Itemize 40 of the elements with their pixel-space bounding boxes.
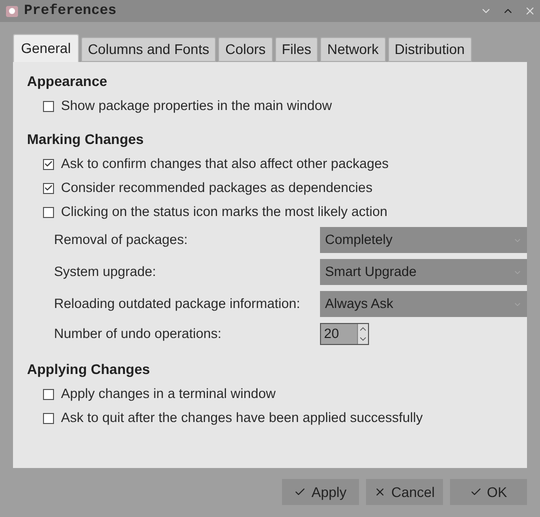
checkbox-label: Clicking on the status icon marks the most likely action [61, 202, 388, 221]
check-icon [470, 486, 482, 498]
check-icon [44, 183, 53, 193]
checkbox[interactable] [43, 206, 54, 218]
cancel-icon [374, 486, 386, 498]
dialog-button[interactable]: Apply [282, 479, 359, 505]
checkbox[interactable] [43, 388, 54, 400]
field-label: Number of undo operations: [54, 324, 222, 343]
window-title: Preferences [24, 2, 116, 20]
field-label: Reloading outdated package information: [54, 294, 302, 313]
app-icon [4, 3, 20, 19]
dropdown[interactable]: Smart Upgrade [320, 259, 527, 285]
tab[interactable]: General [13, 34, 79, 62]
tab[interactable]: Distribution [388, 37, 472, 62]
tab[interactable]: Files [274, 37, 318, 62]
checkbox-label: Ask to quit after the changes have been applied successfully [61, 408, 423, 427]
tab[interactable]: Columns and Fonts [80, 37, 216, 62]
check-icon [44, 159, 53, 169]
checkbox[interactable] [43, 182, 54, 194]
field-label: System upgrade: [54, 262, 158, 281]
dialog-button[interactable]: OK [450, 479, 527, 505]
dialog-button[interactable]: Cancel [366, 479, 443, 505]
checkbox-label: Apply changes in a terminal window [61, 384, 276, 403]
checkbox-label: Show package properties in the main window [61, 96, 332, 115]
checkbox[interactable] [43, 158, 54, 170]
checkbox[interactable] [43, 412, 54, 424]
spin-field[interactable]: 20 [320, 323, 369, 345]
checkbox-label: Consider recommended packages as dependencies [61, 178, 372, 197]
dropdown[interactable]: Always Ask [320, 291, 527, 317]
checkbox[interactable] [43, 100, 54, 112]
section-heading: Applying Changes [27, 360, 151, 379]
field-label: Removal of packages: [54, 230, 189, 249]
check-icon [294, 486, 306, 498]
tab[interactable]: Colors [218, 37, 273, 62]
tab[interactable]: Network [320, 37, 386, 62]
section-heading: Appearance [27, 72, 108, 91]
checkbox-label: Ask to confirm changes that also affect other packages [61, 154, 389, 173]
section-heading: Marking Changes [27, 130, 145, 149]
close-icon[interactable] [524, 5, 536, 17]
dropdown[interactable]: Completely [320, 227, 527, 253]
